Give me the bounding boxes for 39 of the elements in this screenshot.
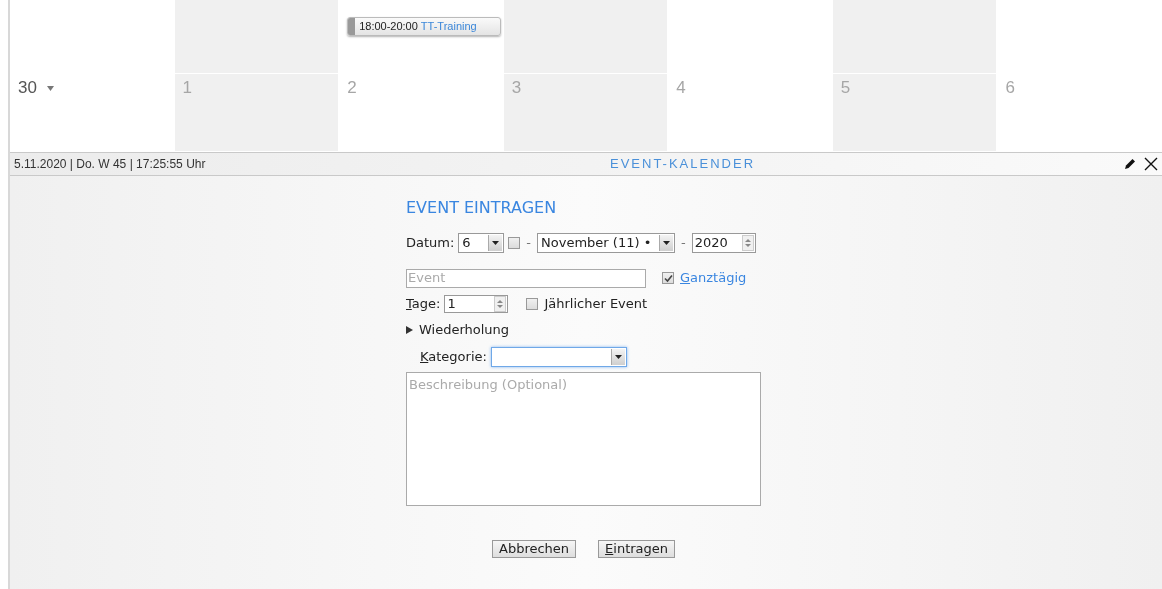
- days-field[interactable]: 1: [444, 295, 509, 313]
- app-title: EVENT-KALENDER: [610, 155, 756, 174]
- checkbox[interactable]: [662, 272, 674, 284]
- day-number: 30: [18, 77, 37, 100]
- all-day-label[interactable]: Ganztägig: [680, 268, 747, 288]
- separator-text: -: [680, 234, 687, 253]
- caret-icon[interactable]: [46, 85, 54, 91]
- spinner-arrows-icon: [494, 296, 507, 312]
- day-number: 2: [347, 77, 357, 100]
- pencil-icon[interactable]: [1124, 158, 1136, 170]
- separator-text: -: [525, 234, 533, 253]
- event-input[interactable]: Event: [406, 268, 646, 288]
- checkbox[interactable]: [508, 237, 521, 249]
- form-button[interactable]: Abbrechen: [492, 540, 577, 558]
- field-label: Kategorie:: [420, 348, 487, 367]
- form-button[interactable]: Eintragen: [598, 540, 676, 558]
- event-chip[interactable]: 18:00-20:00 TT-Training: [347, 17, 501, 36]
- year-field[interactable]: 2020: [691, 233, 756, 253]
- description-textarea[interactable]: Beschreibung (Optional): [406, 372, 761, 506]
- checkbox[interactable]: [526, 298, 539, 310]
- day-number: 1: [182, 77, 193, 100]
- date-time-text: 5.11.2020 | Do. W 45 | 17:25:55 Uhr: [14, 156, 206, 173]
- spinner-arrows-icon: [741, 235, 754, 251]
- event-title: TT-Training: [420, 19, 477, 35]
- field-label: Tage:: [406, 295, 441, 314]
- day-number: 3: [511, 77, 522, 100]
- category-select[interactable]: [490, 347, 627, 367]
- field-label: Datum:: [406, 234, 455, 253]
- day-number: 5: [840, 77, 851, 100]
- day-select[interactable]: 6: [458, 233, 505, 253]
- yearly-label[interactable]: Jährlicher Event: [544, 294, 648, 314]
- event-time: 18:00-20:00: [359, 19, 418, 35]
- repeat-toggle[interactable]: Wiederholung: [406, 320, 510, 340]
- form-title: EVENT EINTRAGEN: [406, 197, 558, 219]
- close-icon[interactable]: [1144, 157, 1158, 171]
- month-select[interactable]: November (11) •: [537, 233, 676, 253]
- triangle-icon: [406, 326, 413, 334]
- day-number: 4: [676, 77, 686, 100]
- day-number: 6: [1005, 77, 1015, 100]
